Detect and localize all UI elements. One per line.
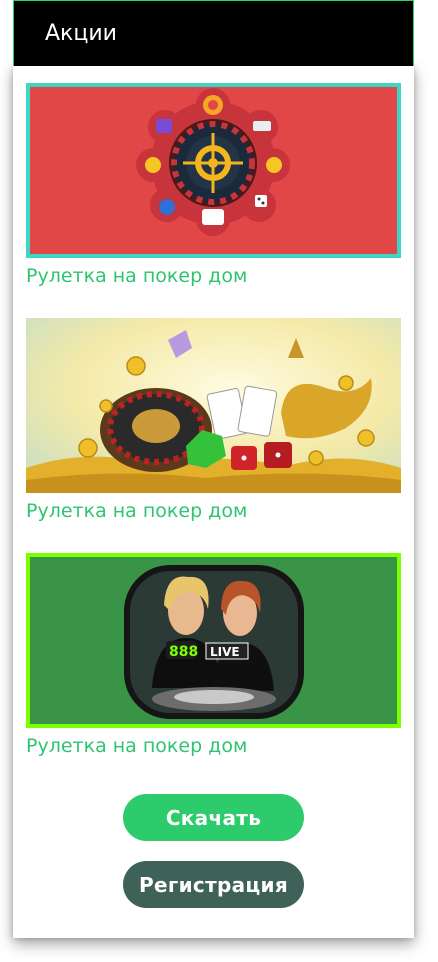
widget-header: Акции	[13, 0, 414, 66]
download-button[interactable]: Скачать	[123, 794, 304, 841]
promo-title[interactable]: Рулетка на покер дом	[26, 265, 247, 287]
svg-text:LIVE: LIVE	[210, 645, 240, 659]
widget-title: Акции	[45, 21, 117, 46]
svg-text:888: 888	[169, 644, 198, 660]
promo-card[interactable]: Рулетка на покер дом	[26, 318, 401, 522]
promo-banner-888-live[interactable]: 888 LIVE	[26, 553, 401, 728]
promo-card[interactable]: Рулетка на покер дом	[26, 83, 401, 287]
register-button[interactable]: Регистрация	[123, 861, 304, 908]
promo-banner-roulette[interactable]	[26, 83, 401, 258]
promo-title[interactable]: Рулетка на покер дом	[26, 735, 247, 757]
promo-title[interactable]: Рулетка на покер дом	[26, 500, 247, 522]
promotions-widget: Акции Рулетка на покер дом Рулетка на по…	[13, 0, 414, 938]
promotions-panel: Рулетка на покер дом Рулетка на покер до…	[13, 66, 414, 938]
promo-banner-gold-coins[interactable]	[26, 318, 401, 493]
promo-card[interactable]: 888 LIVE Рулетка на покер дом	[26, 553, 401, 757]
